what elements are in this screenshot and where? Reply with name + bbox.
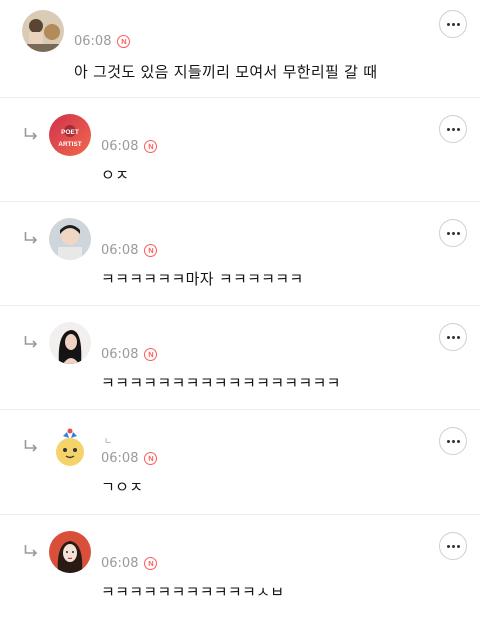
- comment-meta: 06:08 N: [101, 243, 158, 258]
- comment-text: 아 그것도 있음 지들끼리 모여서 무한리필 갈 때: [74, 63, 378, 81]
- reply-item: 06:08 N ㅋㅋㅋㅋㅋㅋ마자 ㅋㅋㅋㅋㅋㅋ: [0, 202, 480, 306]
- comment-text: ㄱㅇㅈ: [101, 478, 144, 496]
- reply-arrow-icon: [24, 128, 38, 140]
- avatar[interactable]: [22, 10, 64, 52]
- reply-item: POET ARTIST 06:08 N ㅇㅈ: [0, 98, 480, 202]
- reply-item: ㄴ 06:08 N ㄱㅇㅈ: [0, 410, 480, 515]
- new-badge-icon: N: [144, 348, 158, 361]
- reply-arrow-icon: [24, 232, 38, 244]
- avatar[interactable]: [49, 218, 91, 260]
- reply-arrow-icon: [24, 336, 38, 348]
- new-badge-icon: N: [144, 452, 158, 465]
- more-options-icon[interactable]: [439, 219, 467, 247]
- comment-time: 06:08: [101, 347, 139, 362]
- more-options-icon[interactable]: [439, 10, 467, 38]
- more-options-icon[interactable]: [439, 115, 467, 143]
- avatar-label: POET: [61, 129, 79, 136]
- new-badge-icon: N: [144, 557, 158, 570]
- reply-item: 06:08 N ㅋㅋㅋㅋㅋㅋㅋㅋㅋㅋㅋㅅㅂ: [0, 515, 480, 620]
- comment-text: ㅋㅋㅋㅋㅋㅋㅋㅋㅋㅋㅋㅅㅂ: [101, 583, 285, 601]
- comment-time: 06:08: [101, 556, 139, 571]
- comment-item: 06:08 N 아 그것도 있음 지들끼리 모여서 무한리필 갈 때: [0, 0, 480, 98]
- new-badge-icon: N: [144, 140, 158, 153]
- comment-meta: 06:08 N: [101, 139, 158, 154]
- more-options-icon[interactable]: [439, 532, 467, 560]
- new-badge-icon: N: [144, 244, 158, 257]
- comment-meta: 06:08 N: [101, 347, 158, 362]
- avatar[interactable]: POET ARTIST: [49, 114, 91, 156]
- author-name: ㄴ: [104, 437, 113, 447]
- avatar[interactable]: [49, 531, 91, 573]
- comment-text: ㅋㅋㅋㅋㅋㅋ마자 ㅋㅋㅋㅋㅋㅋ: [101, 270, 304, 288]
- avatar[interactable]: [49, 322, 91, 364]
- comment-time: 06:08: [101, 243, 139, 258]
- more-options-icon[interactable]: [439, 427, 467, 455]
- comment-text: ㅋㅋㅋㅋㅋㅋㅋㅋㅋㅋㅋㅋㅋㅋㅋㅋㅋ: [101, 374, 341, 392]
- reply-arrow-icon: [24, 545, 38, 557]
- comment-text: ㅇㅈ: [101, 166, 130, 184]
- reply-arrow-icon: [24, 440, 38, 452]
- reply-item: 06:08 N ㅋㅋㅋㅋㅋㅋㅋㅋㅋㅋㅋㅋㅋㅋㅋㅋㅋ: [0, 306, 480, 410]
- new-badge-icon: N: [117, 35, 131, 48]
- comment-meta: 06:08 N: [101, 451, 158, 466]
- avatar-label: ARTIST: [58, 141, 82, 148]
- comment-time: 06:08: [101, 139, 139, 154]
- more-options-icon[interactable]: [439, 323, 467, 351]
- comment-meta: 06:08 N: [101, 556, 158, 571]
- comment-time: 06:08: [74, 34, 112, 49]
- comment-meta: 06:08 N: [74, 34, 131, 49]
- comment-time: 06:08: [101, 451, 139, 466]
- avatar[interactable]: [49, 426, 91, 468]
